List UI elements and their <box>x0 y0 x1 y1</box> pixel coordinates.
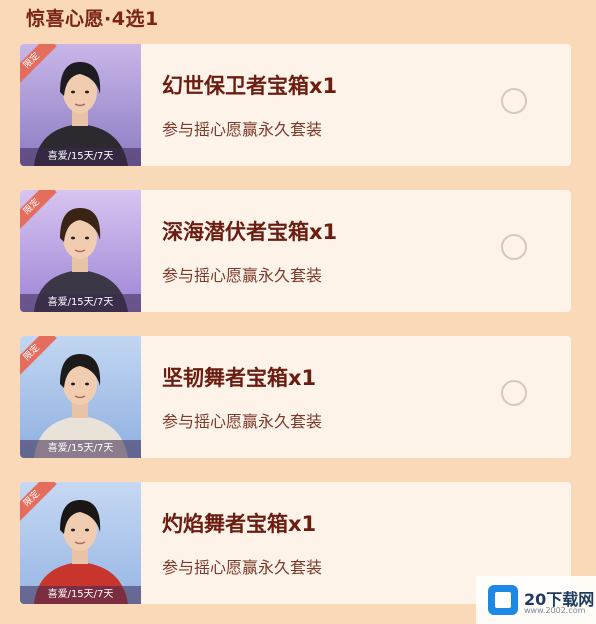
portrait-eye <box>85 528 89 532</box>
reward-description: 参与摇心愿赢永久套装 <box>162 120 323 139</box>
reward-card[interactable]: 限定 喜爱/15天/7天 幻世保卫者宝箱x1 参与摇心愿赢永久套装 <box>20 44 571 166</box>
duration-label: 喜爱/15天/7天 <box>20 294 141 312</box>
duration-label: 喜爱/15天/7天 <box>20 440 141 458</box>
reward-description: 参与摇心愿赢永久套装 <box>162 558 323 577</box>
reward-name: 深海潜伏者宝箱x1 <box>162 220 338 244</box>
reward-card[interactable]: 限定 喜爱/15天/7天 坚韧舞者宝箱x1 参与摇心愿赢永久套装 <box>20 336 571 458</box>
portrait-eye <box>71 528 75 532</box>
page-title: 惊喜心愿·4选1 <box>26 8 159 30</box>
reward-name: 灼焰舞者宝箱x1 <box>162 512 317 536</box>
site-watermark: 20下载网 www.2002.com <box>476 576 596 624</box>
watermark-url: www.2002.com <box>524 606 586 615</box>
reward-name: 坚韧舞者宝箱x1 <box>162 366 317 390</box>
portrait-eye <box>71 236 75 240</box>
select-radio[interactable] <box>501 380 527 406</box>
reward-description: 参与摇心愿赢永久套装 <box>162 266 323 285</box>
reward-card[interactable]: 限定 喜爱/15天/7天 深海潜伏者宝箱x1 参与摇心愿赢永久套装 <box>20 190 571 312</box>
site-logo-icon <box>488 585 518 615</box>
portrait-eye <box>85 236 89 240</box>
portrait-eye <box>85 382 89 386</box>
reward-name: 幻世保卫者宝箱x1 <box>162 74 338 98</box>
portrait-eye <box>71 382 75 386</box>
duration-label: 喜爱/15天/7天 <box>20 586 141 604</box>
duration-label: 喜爱/15天/7天 <box>20 148 141 166</box>
select-radio[interactable] <box>501 88 527 114</box>
select-radio[interactable] <box>501 234 527 260</box>
reward-description: 参与摇心愿赢永久套装 <box>162 412 323 431</box>
portrait-eye <box>85 90 89 94</box>
portrait-eye <box>71 90 75 94</box>
